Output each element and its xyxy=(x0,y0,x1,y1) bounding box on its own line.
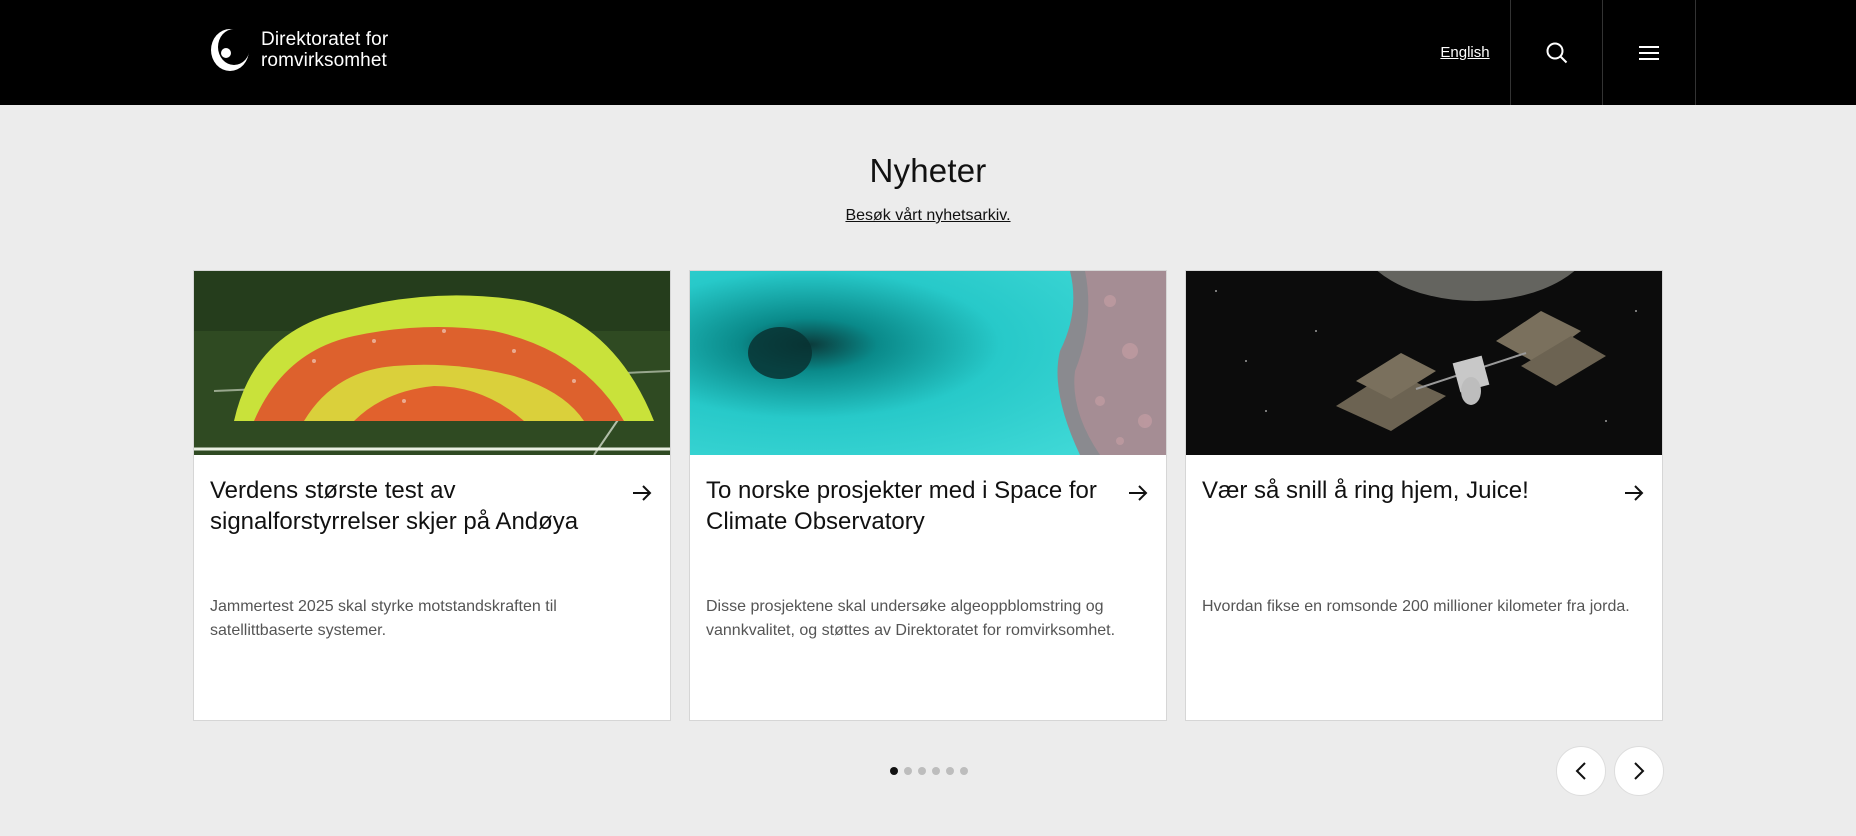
news-archive-link[interactable]: Besøk vårt nyhetsarkiv. xyxy=(845,207,1010,224)
news-card-3[interactable]: Vær så snill å ring hjem, Juice! Hvordan… xyxy=(1185,270,1663,721)
news-card-title[interactable]: To norske prosjekter med i Space for Cli… xyxy=(706,475,1106,537)
arrow-right-icon xyxy=(633,485,652,501)
logo-icon xyxy=(211,29,250,71)
carousel-dot-4[interactable] xyxy=(932,767,940,775)
carousel-dot-3[interactable] xyxy=(918,767,926,775)
archive-link-container: Besøk vårt nyhetsarkiv. xyxy=(0,207,1856,225)
news-card-title[interactable]: Vær så snill å ring hjem, Juice! xyxy=(1202,475,1602,506)
logo-text: Direktoratet for romvirksomhet xyxy=(261,29,388,71)
carousel-dot-5[interactable] xyxy=(946,767,954,775)
language-link[interactable]: English xyxy=(1420,0,1510,105)
satellite-image-algae-bloom xyxy=(690,271,1166,455)
arrow-right-icon xyxy=(1129,485,1148,501)
news-card-description: Hvordan fikse en romsonde 200 millioner … xyxy=(1202,598,1630,615)
search-icon xyxy=(1546,42,1568,63)
crowd-on-grass-photo xyxy=(194,271,670,455)
carousel-dot-2[interactable] xyxy=(904,767,912,775)
site-logo[interactable]: Direktoratet for romvirksomhet xyxy=(209,27,388,73)
news-section-title: Nyheter xyxy=(869,152,987,189)
carousel-next-button[interactable] xyxy=(1614,746,1664,796)
arrow-right-icon xyxy=(1625,485,1644,501)
carousel-dot-1[interactable] xyxy=(890,767,898,775)
search-button[interactable] xyxy=(1510,0,1603,105)
juice-spacecraft-illustration xyxy=(1186,271,1662,455)
news-card-1[interactable]: Verdens største test av signalforstyrrel… xyxy=(193,270,671,721)
news-card-description: Jammertest 2025 skal styrke motstandskra… xyxy=(210,598,557,639)
news-card-2[interactable]: To norske prosjekter med i Space for Cli… xyxy=(689,270,1167,721)
hamburger-menu-icon xyxy=(1639,45,1659,60)
logo-line-2: romvirksomhet xyxy=(261,50,387,71)
carousel-dot-6[interactable] xyxy=(960,767,968,775)
carousel-pagination xyxy=(890,767,968,775)
news-card-title[interactable]: Verdens største test av signalforstyrrel… xyxy=(210,475,610,537)
news-card-description: Disse prosjektene skal undersøke algeopp… xyxy=(706,598,1116,639)
carousel-prev-button[interactable] xyxy=(1556,746,1606,796)
site-header: Direktoratet for romvirksomhet English xyxy=(0,0,1856,105)
menu-button[interactable] xyxy=(1602,0,1696,105)
logo-line-1: Direktoratet for xyxy=(261,29,389,50)
chevron-left-icon xyxy=(1575,762,1586,780)
chevron-right-icon xyxy=(1634,762,1645,780)
